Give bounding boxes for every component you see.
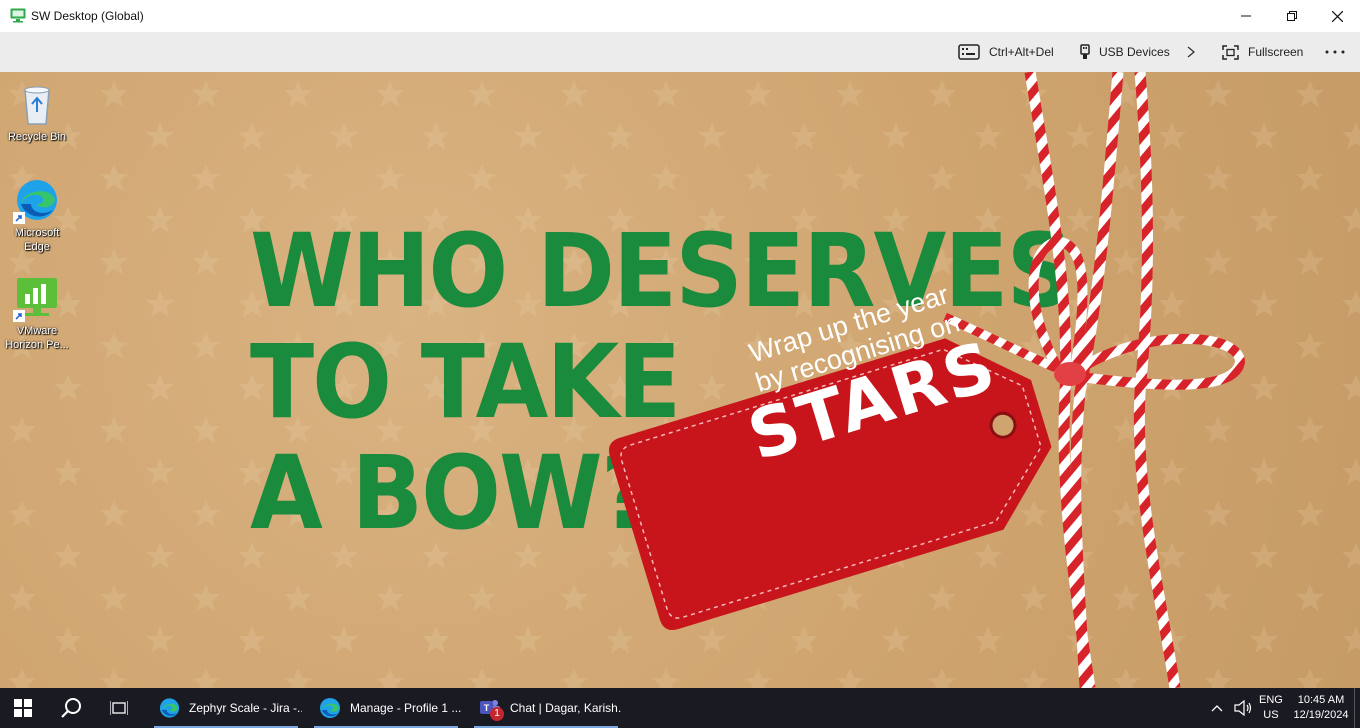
usb-devices-label: USB Devices [1099,45,1170,59]
search-icon [61,698,81,718]
fullscreen-button[interactable]: Fullscreen [1222,32,1303,72]
fullscreen-label: Fullscreen [1248,45,1304,59]
start-button[interactable] [14,688,32,728]
taskbar-app-label: Manage - Profile 1 ... [350,701,462,715]
taskbar-app-teams-chat[interactable]: T 1 Chat | Dagar, Karish... [470,688,622,728]
taskbar-app-zephyr[interactable]: Zephyr Scale - Jira -... [150,688,302,728]
window-title: SW Desktop (Global) [31,9,144,23]
more-dots-icon [1325,50,1345,54]
language-label: ENG [1259,694,1283,706]
usb-devices-button[interactable]: USB Devices [1080,32,1170,72]
show-desktop-button[interactable] [1354,688,1360,728]
toolbar-expand-button[interactable] [1187,32,1204,72]
chevron-up-icon [1211,705,1223,712]
speaker-icon [1234,700,1252,716]
edge-icon [320,698,340,718]
window-title-bar: SW Desktop (Global) [0,0,1360,32]
horizon-toolbar: Ctrl+Alt+Del USB Devices Fullscreen [0,32,1360,72]
taskbar-app-label: Chat | Dagar, Karish... [510,701,622,715]
close-button[interactable] [1314,0,1360,32]
minimize-icon [1241,15,1251,17]
taskbar-app-label: Zephyr Scale - Jira -... [188,701,302,715]
notification-badge: 1 [490,707,504,721]
volume-button[interactable] [1234,688,1252,728]
remote-desktop-wallpaper: Recycle Bin Microsoft Edge VMware Horizo… [0,72,1360,688]
input-language-button[interactable]: ENG US [1259,688,1283,728]
ctrl-alt-del-label: Ctrl+Alt+Del [989,45,1054,59]
ctrl-alt-del-button[interactable]: Ctrl+Alt+Del [958,32,1054,72]
clock-button[interactable]: 10:45 AM 12/19/2024 [1292,688,1350,728]
windows-logo-icon [14,699,32,717]
restore-button[interactable] [1269,0,1315,32]
task-view-icon [110,701,128,715]
edge-icon [159,698,180,718]
remote-desktop-icon [10,8,26,23]
fullscreen-icon [1222,44,1239,60]
chevron-right-icon [1187,46,1195,58]
more-options-button[interactable] [1325,32,1354,72]
restore-icon [1287,11,1297,21]
close-icon [1331,10,1343,22]
minimize-button[interactable] [1223,0,1269,32]
region-label: US [1263,709,1279,721]
task-view-button[interactable] [110,688,128,728]
clock-date: 12/19/2024 [1293,709,1349,721]
clock-time: 10:45 AM [1297,694,1345,706]
svg-text:T: T [484,703,490,713]
windows-taskbar: Zephyr Scale - Jira -... Manage - Profil… [0,688,1360,728]
usb-icon [1080,44,1090,59]
keyboard-icon [958,44,980,60]
search-button[interactable] [60,688,82,728]
show-hidden-icons-button[interactable] [1211,688,1223,728]
taskbar-app-manage-profile[interactable]: Manage - Profile 1 ... [310,688,462,728]
